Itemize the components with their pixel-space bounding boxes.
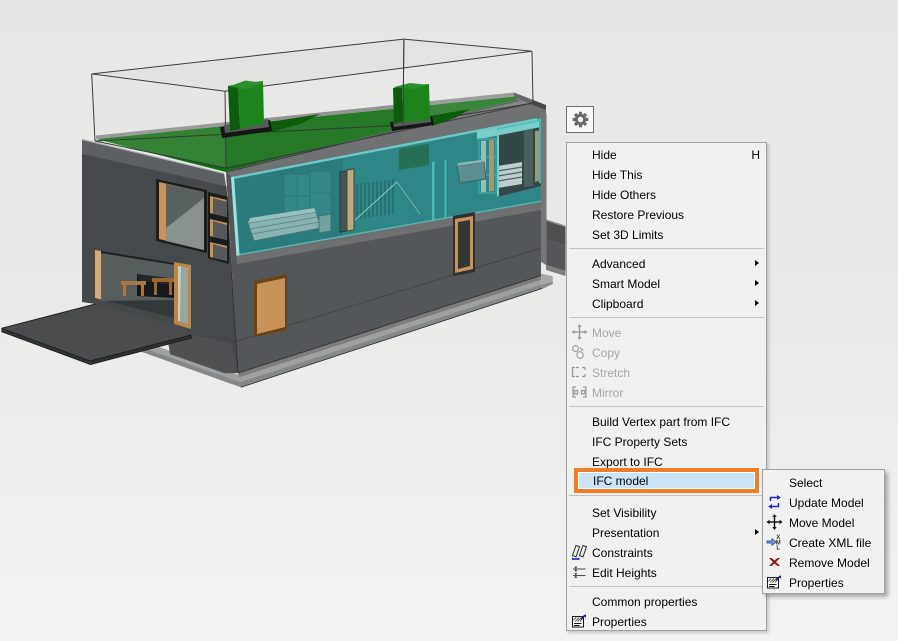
svg-text:L: L xyxy=(776,546,780,550)
